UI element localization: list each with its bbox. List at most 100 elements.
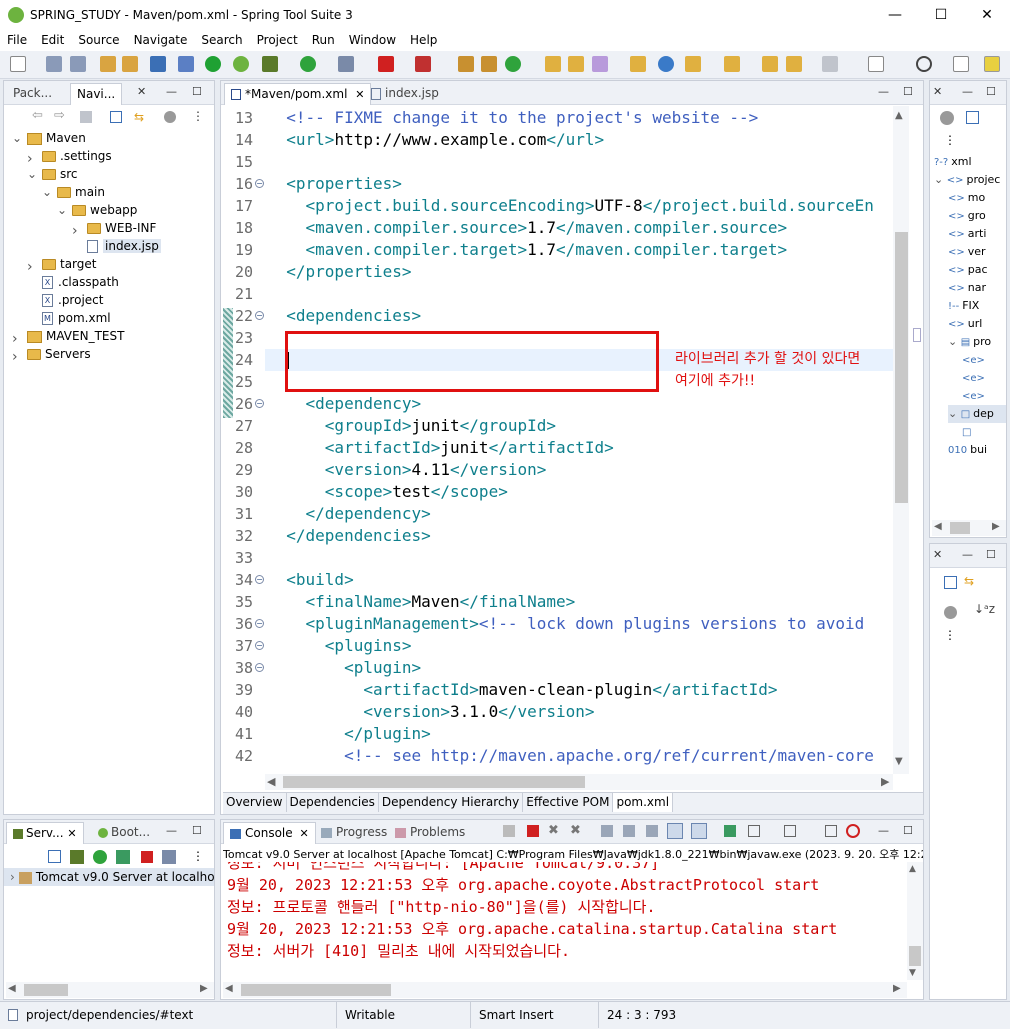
outline-item[interactable]: ⌄ □ dep	[948, 405, 1006, 423]
tab-console[interactable]: Console ✕	[223, 822, 316, 844]
remove-launch-icon[interactable]: ✖	[548, 823, 559, 838]
spring-perspective-icon[interactable]	[984, 56, 1000, 72]
console-output[interactable]: 정보: 서버 인스턴스 시작합니다: [Apache Tomcat/9.0.37…	[221, 862, 905, 980]
code-line[interactable]: </dependency>	[267, 503, 431, 525]
fold-icon[interactable]: −	[255, 619, 264, 628]
filter-icon[interactable]	[164, 111, 176, 123]
menu-file[interactable]: File	[0, 31, 34, 47]
scroll-right-icon[interactable]: ▶	[881, 775, 889, 788]
scroll-left-icon[interactable]: ◀	[934, 521, 942, 532]
outline-item[interactable]: <e>	[962, 351, 988, 369]
back-icon[interactable]	[786, 56, 802, 72]
expanded-chevron-icon[interactable]: ⌄	[12, 129, 24, 145]
horizontal-scroll-thumb[interactable]	[241, 984, 391, 996]
code-line[interactable]: <groupId>junit</groupId>	[267, 415, 556, 437]
horizontal-scroll-thumb[interactable]	[24, 984, 68, 996]
tab-servers[interactable]: Serv... ✕	[6, 822, 84, 844]
skip-breakpoints-icon[interactable]	[178, 56, 194, 72]
save-all-icon[interactable]	[70, 56, 86, 72]
maximize-icon[interactable]: ☐	[986, 548, 996, 561]
outline-item[interactable]: <> pac	[948, 261, 988, 279]
code-line[interactable]: <scope>test</scope>	[267, 481, 508, 503]
new-class-icon[interactable]	[505, 56, 521, 72]
link-editor-icon[interactable]: ⇆	[134, 110, 144, 124]
collapsed-chevron-icon[interactable]: ›	[12, 330, 24, 347]
close-icon[interactable]: ✕	[933, 548, 942, 561]
java-perspective-icon[interactable]	[953, 56, 969, 72]
collapsed-chevron-icon[interactable]: ›	[27, 150, 39, 167]
maximize-icon[interactable]: ☐	[192, 85, 202, 98]
tree-item[interactable]: Mpom.xml	[27, 309, 111, 327]
tree-item[interactable]: › WEB-INF	[72, 219, 156, 239]
scroll-left-icon[interactable]: ◀	[225, 983, 233, 994]
run-icon[interactable]	[300, 56, 316, 72]
fold-icon[interactable]: −	[255, 311, 264, 320]
next-annotation-icon[interactable]	[685, 56, 701, 72]
open-type-icon[interactable]	[122, 56, 138, 72]
tree-item[interactable]: › MAVEN_TEST	[12, 327, 124, 347]
code-line[interactable]: <artifactId>junit</artifactId>	[267, 437, 614, 459]
tab-package-explorer[interactable]: Pack...	[7, 83, 58, 105]
tab-index-jsp[interactable]: index.jsp	[365, 83, 445, 105]
code-line[interactable]: <plugin>	[267, 657, 421, 679]
debug-icon[interactable]	[262, 56, 278, 72]
close-tab-icon[interactable]: ✕	[67, 827, 76, 840]
scroll-left-icon[interactable]: ◀	[267, 775, 275, 788]
console-vertical-scrollbar[interactable]: ▲ ▼	[907, 862, 923, 980]
save-icon[interactable]	[46, 56, 62, 72]
outline-item[interactable]: <e>	[962, 369, 988, 387]
word-wrap-icon[interactable]	[646, 825, 658, 837]
tree-item[interactable]: X .classpath	[27, 273, 119, 291]
maximize-icon[interactable]: ☐	[986, 85, 996, 98]
start-server-icon[interactable]	[93, 850, 107, 864]
code-editor[interactable]: 13 <!-- FIXME change it to the project's…	[221, 107, 893, 772]
new-file-icon[interactable]	[10, 56, 26, 72]
tab-dependency-hierarchy[interactable]: Dependency Hierarchy	[379, 793, 524, 812]
tab-effective-pom[interactable]: Effective POM	[523, 793, 614, 812]
new-package-icon[interactable]	[481, 56, 497, 72]
search-icon[interactable]	[916, 56, 932, 72]
collapse-all-icon[interactable]	[110, 111, 122, 123]
code-line[interactable]: <maven.compiler.target>1.7</maven.compil…	[267, 239, 788, 261]
servers-horizontal-scrollbar[interactable]: ◀ ▶	[6, 982, 214, 998]
outline-item[interactable]: □	[962, 423, 974, 441]
clear-console-icon[interactable]	[601, 825, 613, 837]
filter-icon[interactable]	[944, 606, 957, 619]
outline-item[interactable]: <> nar	[948, 279, 986, 297]
outline-item[interactable]: 010 bui	[948, 441, 987, 459]
scroll-up-icon[interactable]: ▲	[909, 864, 916, 874]
view-menu-icon[interactable]: ⋮	[192, 849, 204, 863]
fold-icon[interactable]: −	[255, 399, 264, 408]
scroll-down-icon[interactable]: ▼	[909, 968, 916, 978]
terminate-icon[interactable]	[527, 825, 539, 837]
outline-item[interactable]: ?-? xml	[934, 153, 972, 171]
code-line[interactable]: <url>http://www.example.com</url>	[267, 129, 604, 151]
close-tab-icon[interactable]: ✕	[355, 88, 364, 101]
filter-icon[interactable]	[940, 111, 954, 125]
menu-help[interactable]: Help	[403, 31, 444, 47]
close-icon[interactable]: ✕	[933, 85, 942, 98]
tab-progress[interactable]: Progress	[315, 822, 393, 844]
fold-icon[interactable]: −	[255, 179, 264, 188]
maximize-icon[interactable]: ☐	[903, 85, 913, 98]
scroll-right-icon[interactable]: ▶	[992, 521, 1000, 532]
external-tools-icon[interactable]	[338, 56, 354, 72]
code-line[interactable]: <finalName>Maven</finalName>	[267, 591, 576, 613]
tree-item[interactable]: X .project	[27, 291, 103, 309]
spring-console-icon[interactable]	[846, 824, 860, 838]
remove-all-icon[interactable]: ✖	[570, 823, 581, 838]
console-icon[interactable]	[150, 56, 166, 72]
menu-navigate[interactable]: Navigate	[127, 31, 195, 47]
collapsed-chevron-icon[interactable]: ›	[27, 258, 39, 275]
pin-console-icon[interactable]	[503, 825, 515, 837]
console-horizontal-scrollbar[interactable]: ◀ ▶	[223, 982, 907, 998]
scroll-thumb[interactable]	[909, 946, 921, 966]
spring-boot-icon[interactable]	[205, 56, 221, 72]
outline-horizontal-scrollbar[interactable]: ◀ ▶	[932, 520, 1006, 536]
code-line[interactable]: <version>4.11</version>	[267, 459, 547, 481]
expanded-chevron-icon[interactable]: ⌄	[27, 165, 39, 181]
outline-item[interactable]: <> ver	[948, 243, 986, 261]
collapsed-chevron-icon[interactable]: ›	[12, 348, 24, 365]
tab-boot-dashboard[interactable]: Boot...	[92, 822, 156, 844]
menu-window[interactable]: Window	[342, 31, 403, 47]
